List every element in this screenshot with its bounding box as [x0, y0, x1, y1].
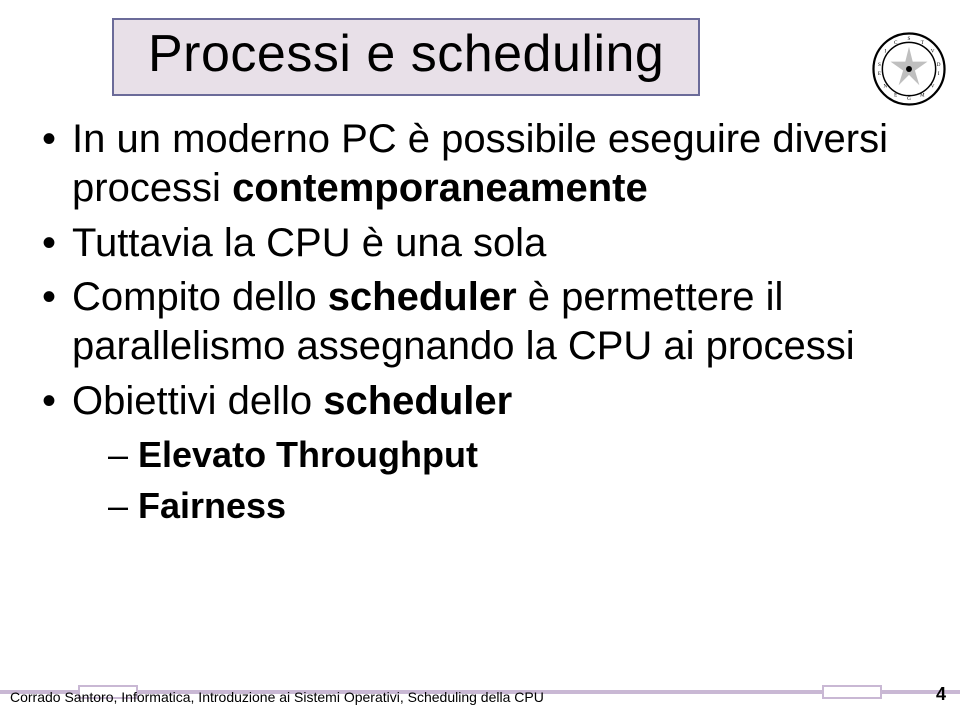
bullet-item: Obiettivi dello scheduler Elevato Throug… [38, 377, 930, 528]
footer-text: Corrado Santoro, Informatica, Introduzio… [10, 689, 544, 705]
bullet-item: Compito dello scheduler è permettere il … [38, 273, 930, 371]
bullet-item: In un moderno PC è possibile eseguire di… [38, 115, 930, 213]
bullet-text-bold: scheduler [328, 275, 517, 319]
bullet-text-bold: contemporaneamente [232, 166, 648, 210]
bullet-text-pre: Obiettivi dello [72, 379, 323, 423]
slide-title: Processi e scheduling [148, 24, 664, 84]
svg-text:V: V [931, 49, 935, 55]
page-number: 4 [936, 684, 946, 705]
content-area: In un moderno PC è possibile eseguire di… [38, 115, 930, 534]
bullet-list: In un moderno PC è possibile eseguire di… [38, 115, 930, 528]
sub-bullet-list: Elevato Throughput Fairness [72, 432, 930, 528]
sub-bullet-item: Elevato Throughput [72, 432, 930, 477]
svg-text:S: S [878, 62, 881, 68]
footer: Corrado Santoro, Informatica, Introduzio… [0, 678, 960, 708]
header: Processi e scheduling S T V D I V M G E [0, 18, 960, 96]
sub-bullet-item: Fairness [72, 483, 930, 528]
svg-text:E: E [894, 92, 897, 98]
slide: Processi e scheduling S T V D I V M G E [0, 0, 960, 716]
svg-text:S: S [908, 36, 911, 42]
svg-text:E: E [878, 71, 881, 77]
bullet-text-pre: Tuttavia la CPU è una sola [72, 221, 546, 265]
svg-text:I: I [884, 49, 886, 55]
bullet-text-bold: scheduler [323, 379, 512, 423]
svg-text:N: N [883, 84, 887, 90]
svg-text:V: V [931, 84, 935, 90]
svg-text:I: I [938, 71, 940, 77]
svg-text:G: G [907, 96, 911, 102]
sub-text-bold: Elevato Throughput [138, 434, 478, 475]
svg-text:C: C [894, 40, 898, 46]
svg-text:M: M [920, 92, 925, 98]
sub-text-bold: Fairness [138, 485, 286, 526]
svg-text:D: D [937, 62, 941, 68]
title-box: Processi e scheduling [112, 18, 700, 96]
bullet-text-pre: Compito dello [72, 275, 328, 319]
bullet-item: Tuttavia la CPU è una sola [38, 219, 930, 268]
university-seal-icon: S T V D I V M G E N E S I C [872, 32, 946, 106]
